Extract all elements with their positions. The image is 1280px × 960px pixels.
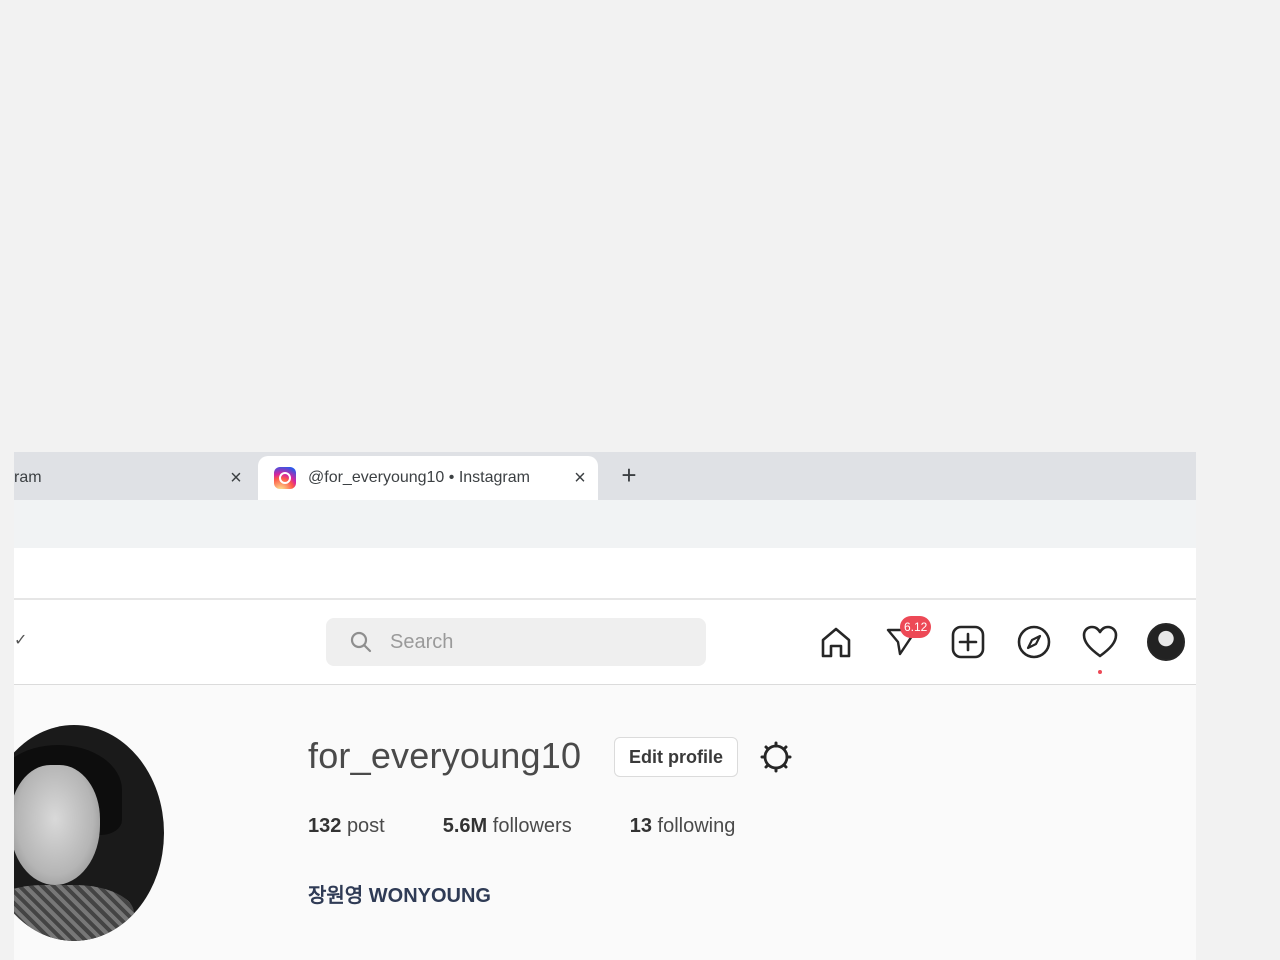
tab-instagram[interactable]: @for_everyoung10 • Instagram × — [258, 456, 598, 500]
tab-title: ram — [14, 469, 42, 486]
avatar-shoulder-shape — [14, 885, 134, 941]
address-bar-area[interactable] — [14, 548, 1196, 600]
new-post-icon[interactable] — [946, 620, 990, 664]
close-tab-icon[interactable]: × — [568, 466, 592, 490]
profile-stats: 132 post 5.6M followers 13 following — [308, 815, 793, 838]
tab-title: @for_everyoung10 • Instagram — [308, 469, 530, 486]
new-tab-button[interactable]: + — [614, 460, 644, 490]
posts-stat[interactable]: 132 post — [308, 815, 385, 838]
profile-avatar[interactable] — [1144, 620, 1188, 664]
following-label: following — [657, 815, 736, 837]
browser-toolbar — [14, 500, 1196, 548]
close-tab-icon[interactable]: × — [224, 466, 248, 490]
avatar-face-shape — [14, 765, 100, 885]
explore-icon[interactable] — [1012, 620, 1056, 664]
avatar — [1147, 623, 1185, 661]
instagram-favicon-icon — [274, 467, 296, 489]
posts-count: 132 — [308, 815, 342, 837]
tab-strip: ram × @for_everyoung10 • Instagram × + — [14, 452, 1196, 500]
activity-indicator-dot — [1098, 670, 1102, 674]
search-box[interactable] — [326, 618, 706, 666]
search-icon — [348, 629, 374, 655]
profile-full-name: 장원영 WONYOUNG — [308, 885, 491, 907]
profile-header: for_everyoung10 Edit profile 132 post 5.… — [14, 685, 1196, 960]
logo-fragment[interactable]: ✓ — [14, 630, 27, 650]
settings-gear-icon[interactable] — [756, 737, 796, 777]
edit-profile-button[interactable]: Edit profile — [614, 737, 738, 777]
followers-count: 5.6M — [442, 815, 488, 837]
following-count: 13 — [629, 815, 652, 837]
posts-label: post — [346, 815, 385, 837]
browser-window: ram × @for_everyoung10 • Instagram × + ✓ — [14, 452, 1196, 960]
following-stat[interactable]: 13 following — [630, 815, 736, 838]
home-icon[interactable] — [814, 620, 858, 664]
search-input[interactable] — [388, 629, 692, 655]
profile-username: for_everyoung10 — [308, 735, 582, 776]
screen: ram × @for_everyoung10 • Instagram × + ✓ — [0, 0, 1280, 960]
followers-label: followers — [492, 815, 572, 837]
tab-previous[interactable]: ram × — [14, 456, 254, 500]
direct-message-icon[interactable]: 6.12 — [880, 616, 932, 664]
instagram-top-nav: ✓ Search 6.12 — [14, 600, 1196, 685]
followers-stat[interactable]: 5.6M followers — [443, 815, 572, 838]
messages-badge: 6.12 — [900, 616, 932, 638]
profile-picture[interactable] — [14, 725, 164, 941]
activity-heart-icon[interactable] — [1078, 620, 1122, 674]
